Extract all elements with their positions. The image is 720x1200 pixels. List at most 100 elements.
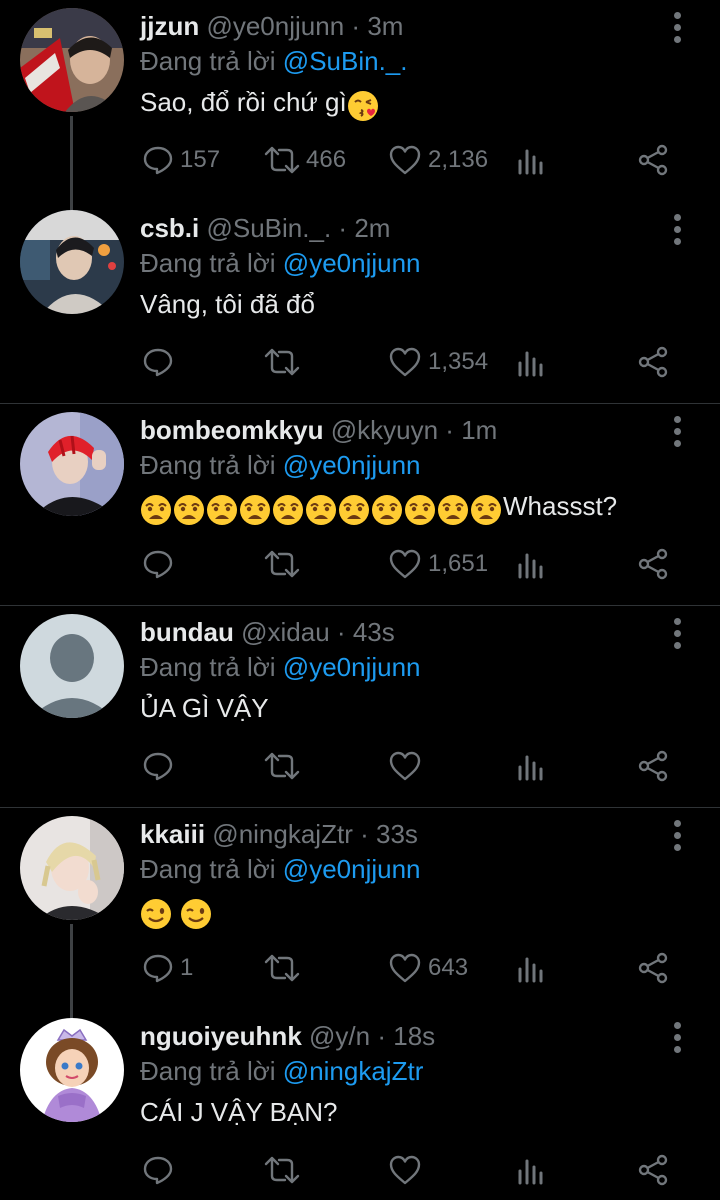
display-name[interactable]: nguoiyeuhnk (140, 1021, 302, 1051)
weary-face-icon (405, 495, 435, 526)
avatar[interactable] (20, 412, 124, 516)
reply-button[interactable] (142, 540, 180, 588)
analytics-button[interactable] (516, 540, 546, 588)
avatar[interactable] (20, 614, 124, 718)
analytics-button[interactable] (516, 136, 546, 184)
like-count: 643 (428, 954, 469, 981)
user-handle[interactable]: @ye0njjunn (206, 11, 344, 41)
share-button[interactable] (638, 540, 670, 588)
retweet-icon (264, 146, 300, 174)
tweet[interactable]: jjzun @ye0njjunn · 3m Đang trả lời @SuBi… (0, 0, 720, 202)
timestamp[interactable]: 18s (393, 1021, 435, 1051)
mention-link[interactable]: @ningkajZtr (283, 1056, 424, 1086)
analytics-icon (518, 149, 543, 175)
separator-dot: · (445, 415, 454, 445)
like-count: 2,136 (428, 146, 489, 173)
retweet-button[interactable] (264, 1146, 306, 1194)
like-button[interactable]: 2,136 (388, 136, 488, 184)
display-name[interactable]: jjzun (140, 11, 199, 41)
reply-thread-feed: jjzun @ye0njjunn · 3m Đang trả lời @SuBi… (0, 0, 720, 1200)
tweet[interactable]: kkaiii @ningkajZtr · 33s Đang trả lời @y… (0, 808, 720, 1010)
timestamp[interactable]: 1m (461, 415, 497, 445)
retweet-icon (264, 348, 300, 376)
share-button[interactable] (638, 944, 670, 992)
more-options-icon[interactable] (664, 616, 692, 652)
like-count: 1,651 (428, 550, 489, 577)
retweet-icon (264, 954, 300, 982)
display-name[interactable]: bombeomkkyu (140, 415, 324, 445)
display-name[interactable]: kkaiii (140, 819, 205, 849)
reply-button[interactable] (142, 1146, 180, 1194)
analytics-button[interactable] (516, 742, 546, 790)
display-name[interactable]: csb.i (140, 213, 199, 243)
share-button[interactable] (638, 136, 670, 184)
more-options-icon[interactable] (664, 212, 692, 248)
more-options-icon[interactable] (664, 1020, 692, 1056)
replying-prefix: Đang trả lời (140, 248, 276, 278)
like-button[interactable] (388, 1146, 428, 1194)
share-button[interactable] (638, 338, 670, 386)
reply-icon (143, 348, 173, 377)
tweet[interactable]: nguoiyeuhnk @y/n · 18s Đang trả lời @nin… (0, 1010, 720, 1200)
retweet-button[interactable] (264, 742, 306, 790)
separator-dot: · (338, 213, 348, 243)
mention-link[interactable]: @ye0njjunn (283, 652, 421, 682)
mention-link[interactable]: @ye0njjunn (283, 854, 421, 884)
user-handle[interactable]: @SuBin._. (206, 213, 331, 243)
avatar[interactable] (20, 210, 124, 314)
mention-link[interactable]: @SuBin._. (283, 46, 408, 76)
tweet[interactable]: bombeomkkyu @kkyuyn · 1m Đang trả lời @y… (0, 404, 720, 606)
more-options-icon[interactable] (664, 10, 692, 46)
user-handle[interactable]: @ningkajZtr (212, 819, 353, 849)
replying-prefix: Đang trả lời (140, 1056, 276, 1086)
like-button[interactable]: 1,354 (388, 338, 488, 386)
analytics-button[interactable] (516, 944, 546, 992)
retweet-button[interactable] (264, 338, 306, 386)
share-button[interactable] (638, 1146, 670, 1194)
like-button[interactable]: 643 (388, 944, 468, 992)
analytics-button[interactable] (516, 338, 546, 386)
reply-button[interactable] (142, 338, 180, 386)
analytics-button[interactable] (516, 1146, 546, 1194)
weary-face-icon (339, 495, 369, 526)
reply-button[interactable] (142, 742, 180, 790)
replying-to: Đang trả lời @ye0njjunn (140, 449, 421, 481)
reply-button[interactable]: 157 (142, 136, 220, 184)
timestamp[interactable]: 2m (354, 213, 390, 243)
timestamp[interactable]: 33s (376, 819, 418, 849)
avatar[interactable] (20, 816, 124, 920)
display-name[interactable]: bundau (140, 617, 234, 647)
tweet-text: Sao, đổ rồi chứ gì (140, 84, 380, 122)
avatar[interactable] (20, 8, 124, 112)
reply-button[interactable]: 1 (142, 944, 193, 992)
mention-link[interactable]: @ye0njjunn (283, 450, 421, 480)
retweet-count: 466 (306, 146, 347, 173)
tweet-text (140, 892, 213, 930)
reply-count: 157 (180, 146, 221, 173)
retweet-button[interactable] (264, 944, 306, 992)
timestamp[interactable]: 43s (353, 617, 395, 647)
retweet-button[interactable] (264, 540, 306, 588)
retweet-button[interactable]: 466 (264, 136, 346, 184)
tweet[interactable]: bundau @xidau · 43s Đang trả lời @ye0njj… (0, 606, 720, 808)
user-handle[interactable]: @xidau (241, 617, 330, 647)
tweet-text-content: Whassst? (503, 491, 618, 521)
mention-link[interactable]: @ye0njjunn (283, 248, 421, 278)
weary-face-icon (174, 495, 204, 526)
tweet-header: jjzun @ye0njjunn · 3m (140, 10, 660, 42)
separator-dot: · (336, 617, 346, 647)
user-handle[interactable]: @kkyuyn (331, 415, 438, 445)
heart-icon (389, 751, 421, 781)
tweet[interactable]: csb.i @SuBin._. · 2m Đang trả lời @ye0nj… (0, 202, 720, 404)
timestamp[interactable]: 3m (367, 11, 403, 41)
share-icon (638, 1154, 668, 1186)
share-button[interactable] (638, 742, 670, 790)
user-handle[interactable]: @y/n (309, 1021, 370, 1051)
avatar[interactable] (20, 1018, 124, 1122)
more-options-icon[interactable] (664, 414, 692, 450)
share-icon (638, 548, 668, 580)
like-button[interactable] (388, 742, 428, 790)
weary-face-icon (438, 495, 468, 526)
more-options-icon[interactable] (664, 818, 692, 854)
like-button[interactable]: 1,651 (388, 540, 488, 588)
